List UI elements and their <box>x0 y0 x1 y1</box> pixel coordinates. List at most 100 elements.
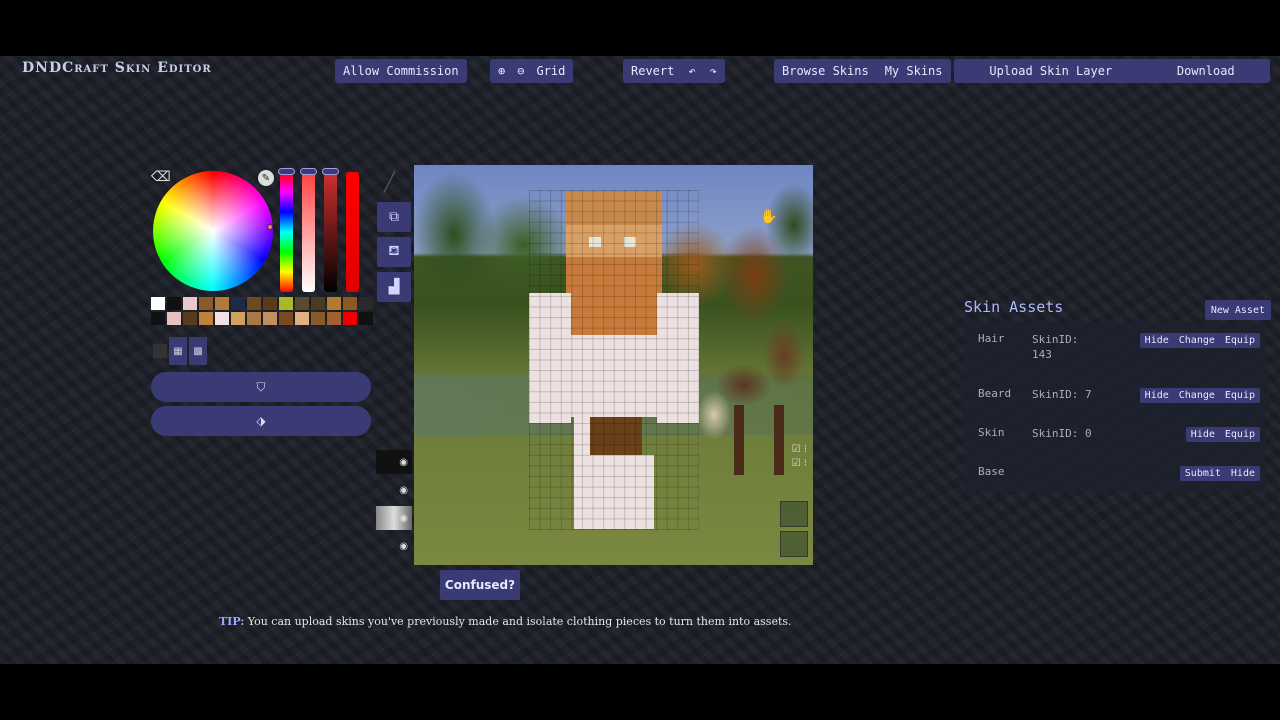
color-swatch[interactable] <box>151 312 165 325</box>
color-swatch[interactable] <box>295 297 309 310</box>
color-swatch[interactable] <box>215 297 229 310</box>
color-swatch[interactable] <box>151 297 165 310</box>
browse-skins-button[interactable]: Browse Skins <box>782 64 869 78</box>
equip-button[interactable]: Equip <box>1220 427 1260 442</box>
preview-slot[interactable] <box>780 501 808 527</box>
hide-button[interactable]: Hide <box>1140 333 1174 348</box>
eraser-icon[interactable]: ⌫ <box>151 169 171 185</box>
eye-icon[interactable]: ◉ <box>399 457 408 468</box>
color-swatch[interactable] <box>263 297 277 310</box>
color-swatch[interactable] <box>215 312 229 325</box>
editor-frame: DNDCraft Skin Editor Allow Commission ⊕ … <box>0 56 1280 664</box>
skins-group: Browse Skins My Skins <box>774 59 951 83</box>
chart-tool-button[interactable]: ▟ <box>377 272 411 302</box>
fill-tool-button[interactable]: ⛾ <box>377 237 411 267</box>
preview-controls: ☑ ⁝ ☑ ⁝ <box>791 444 807 469</box>
brightness-slider-knob[interactable] <box>322 168 339 175</box>
chart-icon: ▟ <box>388 279 400 295</box>
select-tool-button[interactable]: ⧉ <box>377 202 411 232</box>
color-swatch[interactable] <box>327 297 341 310</box>
zoom-out-icon[interactable]: ⊖ <box>517 64 524 78</box>
equip-button[interactable]: Equip <box>1220 333 1260 348</box>
hue-slider[interactable] <box>280 172 293 292</box>
color-swatch[interactable] <box>327 312 341 325</box>
color-swatch[interactable] <box>167 312 181 325</box>
color-swatch[interactable] <box>359 312 373 325</box>
color-preview-bar <box>346 172 359 292</box>
hide-button[interactable]: Hide <box>1140 388 1174 403</box>
fine-grid-view-toggle[interactable]: ▩ <box>189 337 207 365</box>
asset-buttons: Hide Change Equip <box>1139 333 1260 348</box>
eye-icon[interactable]: ◉ <box>399 513 408 524</box>
submit-button[interactable]: Submit <box>1180 466 1226 481</box>
asset-skin-id: SkinID: 143 <box>1032 333 1079 361</box>
color-swatch[interactable] <box>279 312 293 325</box>
color-swatch[interactable] <box>247 297 261 310</box>
hide-button[interactable]: Hide <box>1186 427 1220 442</box>
skin-assets-title: Skin Assets <box>964 298 1064 316</box>
layer-item[interactable]: ◉ <box>376 478 412 502</box>
preview-slot[interactable] <box>780 531 808 557</box>
allow-commission-button[interactable]: Allow Commission <box>335 59 467 83</box>
pixel-grid-overlay <box>529 190 699 530</box>
pen-icon[interactable]: ╱ <box>384 172 395 193</box>
color-swatch[interactable] <box>359 297 373 310</box>
color-swatch[interactable] <box>247 312 261 325</box>
upload-skin-layer-button[interactable]: Upload Skin Layer <box>989 64 1112 78</box>
saturation-slider-knob[interactable] <box>300 168 317 175</box>
color-wheel[interactable] <box>153 171 273 291</box>
single-view-toggle[interactable] <box>153 344 167 358</box>
color-swatch[interactable] <box>311 312 325 325</box>
color-swatch[interactable] <box>295 312 309 325</box>
color-palette <box>151 297 373 325</box>
grid-button[interactable]: Grid <box>536 64 565 78</box>
equip-button[interactable]: Equip <box>1220 388 1260 403</box>
zoom-in-icon[interactable]: ⊕ <box>498 64 505 78</box>
hand-cursor-icon: ✋ <box>760 209 778 225</box>
eye-icon[interactable]: ◉ <box>399 541 408 552</box>
redo-icon[interactable]: ↷ <box>710 64 717 78</box>
my-skins-button[interactable]: My Skins <box>885 64 943 78</box>
color-swatch[interactable] <box>199 297 213 310</box>
upload-download-group: Upload Skin Layer Download <box>954 59 1270 83</box>
pixel-tool-button[interactable]: ⬗ <box>151 406 371 436</box>
skin-3d-preview[interactable]: ✋ ☑ ⁝ ☑ ⁝ <box>414 165 813 565</box>
change-button[interactable]: Change <box>1174 333 1220 348</box>
color-swatch[interactable] <box>199 312 213 325</box>
eye-icon[interactable]: ◉ <box>399 485 408 496</box>
layer-item[interactable]: ◉ <box>376 506 412 530</box>
color-swatch[interactable] <box>279 297 293 310</box>
tip-label: TIP: <box>219 615 245 628</box>
shield-icon: ⛉ <box>256 379 266 394</box>
color-wheel-cursor[interactable] <box>267 224 273 230</box>
color-swatch[interactable] <box>183 312 197 325</box>
confused-button[interactable]: Confused? <box>440 570 520 600</box>
layer-item[interactable]: ◉ <box>376 450 412 474</box>
change-button[interactable]: Change <box>1174 388 1220 403</box>
color-swatch[interactable] <box>263 312 277 325</box>
color-swatch[interactable] <box>167 297 181 310</box>
undo-icon[interactable]: ↶ <box>688 64 695 78</box>
brightness-slider[interactable] <box>324 172 337 292</box>
new-asset-button[interactable]: New Asset <box>1204 300 1271 320</box>
asset-name: Hair <box>978 332 1005 345</box>
eyedropper-icon[interactable]: ✎ <box>258 170 274 186</box>
saturation-slider[interactable] <box>302 172 315 292</box>
hide-button[interactable]: Hide <box>1226 466 1260 481</box>
select-icon: ⧉ <box>389 209 399 225</box>
shield-layer-button[interactable]: ⛉ <box>151 372 371 402</box>
color-swatch[interactable] <box>231 312 245 325</box>
color-swatch[interactable] <box>231 297 245 310</box>
color-swatch[interactable] <box>183 297 197 310</box>
grid-view-toggle[interactable]: ▦ <box>169 337 187 365</box>
revert-button[interactable]: Revert <box>631 64 674 78</box>
asset-name: Base <box>978 465 1005 478</box>
download-button[interactable]: Download <box>1177 64 1235 78</box>
asset-name: Beard <box>978 387 1012 400</box>
color-swatch[interactable] <box>343 312 357 325</box>
color-swatch[interactable] <box>311 297 325 310</box>
asset-name: Skin <box>978 426 1005 439</box>
color-swatch[interactable] <box>343 297 357 310</box>
hue-slider-knob[interactable] <box>278 168 295 175</box>
layer-item[interactable]: ◉ <box>376 534 412 558</box>
